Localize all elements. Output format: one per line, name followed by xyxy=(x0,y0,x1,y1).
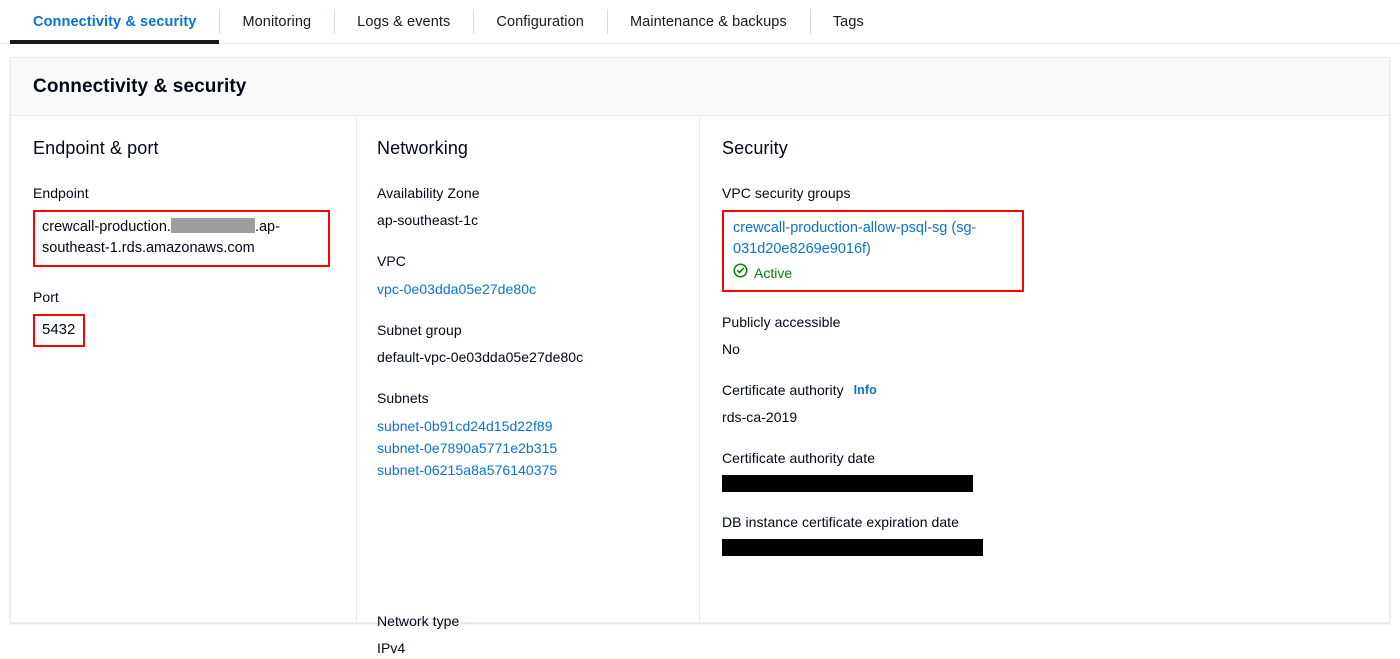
port-label: Port xyxy=(33,289,59,306)
subnets-label: Subnets xyxy=(377,390,429,407)
db-certificate-expiration-field: DB instance certificate expiration date xyxy=(722,514,1369,556)
tab-connectivity-and-security[interactable]: Connectivity & security xyxy=(10,0,220,44)
endpoint-value: crewcall-production. .ap-southeast-1.rds.… xyxy=(42,218,280,256)
page-title: Connectivity & security xyxy=(33,75,247,97)
db-certificate-expiration-redaction xyxy=(722,538,983,556)
db-certificate-expiration-label: DB instance certificate expiration date xyxy=(722,513,959,530)
subnet-link[interactable]: subnet-0b91cd24d15d22f89 xyxy=(377,415,679,437)
tab-logs-and-events[interactable]: Logs & events xyxy=(334,0,473,43)
layout-spacer xyxy=(377,503,679,613)
tab-label: Tags xyxy=(832,13,864,30)
security-group-link[interactable]: crewcall-production-allow-psql-sg (sg-03… xyxy=(733,220,976,257)
info-link[interactable]: Info xyxy=(854,383,877,397)
tab-monitoring[interactable]: Monitoring xyxy=(219,0,334,43)
subnet-link[interactable]: subnet-06215a8a576140375 xyxy=(377,459,679,481)
publicly-accessible-value: No xyxy=(722,340,740,357)
subnet-link[interactable]: subnet-0e7890a5771e2b315 xyxy=(377,437,679,459)
tab-label: Maintenance & backups xyxy=(629,13,787,30)
endpoint-prefix: crewcall-production. xyxy=(42,219,171,235)
tab-list: Connectivity & security Monitoring Logs … xyxy=(0,0,1400,44)
publicly-accessible-label: Publicly accessible xyxy=(722,313,841,330)
tab-configuration[interactable]: Configuration xyxy=(473,0,607,43)
certificate-authority-date-redaction xyxy=(722,474,973,492)
availability-zone-field: Availability Zone ap-southeast-1c xyxy=(377,185,679,231)
networking-heading: Networking xyxy=(377,138,469,158)
networking-column: Networking Availability Zone ap-southeas… xyxy=(356,116,699,656)
certificate-authority-label-row: Certificate authority Info xyxy=(722,382,1369,398)
endpoint-and-port-heading: Endpoint & port xyxy=(33,138,159,158)
panel-header: Connectivity & security xyxy=(11,58,1389,116)
tab-label: Connectivity & security xyxy=(33,13,197,30)
security-column: Security VPC security groups crewcall-pr… xyxy=(699,116,1389,623)
vpc-link[interactable]: vpc-0e03dda05e27de80c xyxy=(377,281,536,297)
endpoint-field: Endpoint crewcall-production. .ap-southea… xyxy=(33,185,336,268)
tab-label: Configuration xyxy=(496,13,584,30)
certificate-authority-date-field: Certificate authority date xyxy=(722,450,1369,492)
availability-zone-value: ap-southeast-1c xyxy=(377,212,479,228)
vpc-label: VPC xyxy=(377,253,406,269)
network-type-value: IPv4 xyxy=(377,640,406,657)
tab-label: Logs & events xyxy=(357,13,451,30)
subnets-list: subnet-0b91cd24d15d22f89 subnet-0e7890a5… xyxy=(377,415,679,481)
endpoint-label: Endpoint xyxy=(33,185,89,201)
tab-label: Monitoring xyxy=(242,13,312,30)
certificate-authority-date-label: Certificate authority date xyxy=(722,449,876,466)
security-heading: Security xyxy=(722,138,788,158)
subnets-field: Subnets subnet-0b91cd24d15d22f89 subnet-… xyxy=(377,390,679,481)
check-circle-icon xyxy=(733,263,748,283)
network-type-label: Network type xyxy=(377,613,460,630)
certificate-authority-value: rds-ca-2019 xyxy=(722,408,798,425)
port-value: 5432 xyxy=(42,321,76,339)
certificate-authority-label: Certificate authority xyxy=(722,381,844,398)
endpoint-annotation-box: crewcall-production. .ap-southeast-1.rds.… xyxy=(33,210,330,268)
port-field: Port 5432 xyxy=(33,289,336,347)
endpoint-and-port-column: Endpoint & port Endpoint crewcall-produc… xyxy=(11,116,356,623)
subnet-group-field: Subnet group default-vpc-0e03dda05e27de8… xyxy=(377,322,679,368)
network-type-field: Network type IPv4 xyxy=(377,613,679,659)
publicly-accessible-field: Publicly accessible No xyxy=(722,314,1369,360)
status-label: Active xyxy=(754,264,793,281)
subnet-group-value: default-vpc-0e03dda05e27de80c xyxy=(377,349,584,366)
tab-tags[interactable]: Tags xyxy=(809,0,887,43)
connectivity-and-security-panel: Connectivity & security Endpoint & port … xyxy=(10,57,1390,656)
vpc-security-groups-field: VPC security groups crewcall-production-… xyxy=(722,185,1369,292)
tab-maintenance-and-backups[interactable]: Maintenance & backups xyxy=(606,0,810,43)
tab-bar: Connectivity & security Monitoring Logs … xyxy=(0,0,1400,44)
vpc-field: VPC vpc-0e03dda05e27de80c xyxy=(377,253,679,300)
port-annotation-box: 5432 xyxy=(33,314,86,347)
certificate-authority-field: Certificate authority Info rds-ca-2019 xyxy=(722,382,1369,428)
security-group-annotation-box: crewcall-production-allow-psql-sg (sg-03… xyxy=(722,210,1024,292)
panel-body: Endpoint & port Endpoint crewcall-produc… xyxy=(11,116,1389,656)
subnet-group-label: Subnet group xyxy=(377,322,462,339)
availability-zone-label: Availability Zone xyxy=(377,185,480,201)
status-badge: Active xyxy=(733,263,1014,283)
vpc-security-groups-label: VPC security groups xyxy=(722,185,851,201)
endpoint-redaction xyxy=(170,218,255,233)
